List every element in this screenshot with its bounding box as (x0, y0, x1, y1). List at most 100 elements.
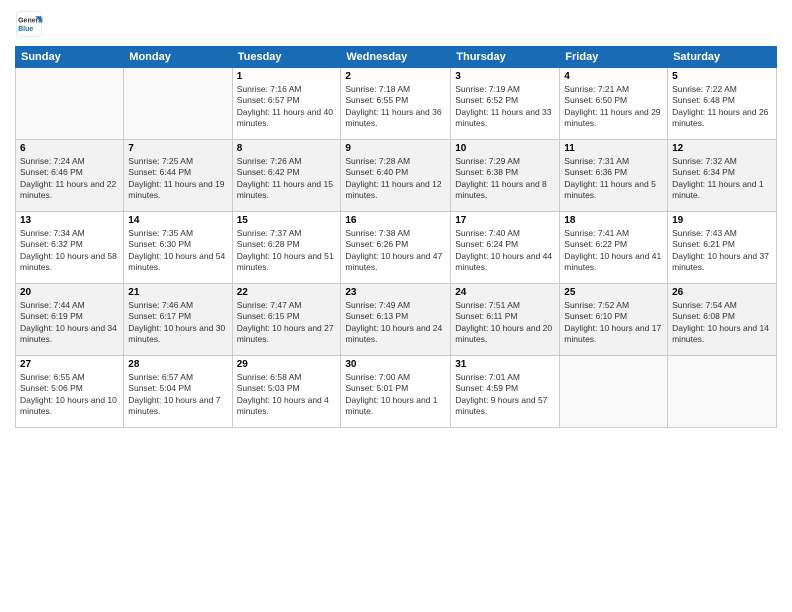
day-info: Sunrise: 7:54 AM Sunset: 6:08 PM Dayligh… (672, 300, 772, 346)
header-row: SundayMondayTuesdayWednesdayThursdayFrid… (16, 47, 777, 68)
day-info: Sunrise: 6:55 AM Sunset: 5:06 PM Dayligh… (20, 372, 119, 418)
day-number: 6 (20, 143, 119, 154)
calendar-cell: 12Sunrise: 7:32 AM Sunset: 6:34 PM Dayli… (668, 140, 777, 212)
calendar-cell: 29 Sunrise: 6:58 AM Sunset: 5:03 PM Dayli… (232, 356, 341, 428)
calendar-cell: 20 Sunrise: 7:44 AM Sunset: 6:19 PM Dayli… (16, 284, 124, 356)
calendar-cell: 14 Sunrise: 7:35 AM Sunset: 6:30 PM Dayli… (124, 212, 232, 284)
day-info: Sunrise: 7:31 AM Sunset: 6:36 PM Dayligh… (564, 156, 663, 202)
day-number: 20 (20, 287, 119, 298)
calendar-cell: 6Sunrise: 7:24 AM Sunset: 6:46 PM Daylig… (16, 140, 124, 212)
day-number: 30 (345, 359, 446, 370)
day-info: Sunrise: 7:52 AM Sunset: 6:10 PM Dayligh… (564, 300, 663, 346)
calendar-week-3: 13 Sunrise: 7:34 AM Sunset: 6:32 PM Dayli… (16, 212, 777, 284)
day-info: Sunrise: 7:01 AM Sunset: 4:59 PM Dayligh… (455, 372, 555, 418)
calendar-week-1: 1Sunrise: 7:16 AM Sunset: 6:57 PM Daylig… (16, 68, 777, 140)
calendar-cell: 1Sunrise: 7:16 AM Sunset: 6:57 PM Daylig… (232, 68, 341, 140)
day-number: 15 (237, 215, 337, 226)
calendar-cell: 18 Sunrise: 7:41 AM Sunset: 6:22 PM Dayli… (560, 212, 668, 284)
day-info: Sunrise: 7:25 AM Sunset: 6:44 PM Dayligh… (128, 156, 227, 202)
day-number: 28 (128, 359, 227, 370)
column-header-sunday: Sunday (16, 47, 124, 68)
calendar-cell: 21Sunrise: 7:46 AM Sunset: 6:17 PM Dayli… (124, 284, 232, 356)
day-number: 24 (455, 287, 555, 298)
day-number: 31 (455, 359, 555, 370)
calendar-cell: 16 Sunrise: 7:38 AM Sunset: 6:26 PM Dayli… (341, 212, 451, 284)
day-info: Sunrise: 7:29 AM Sunset: 6:38 PM Dayligh… (455, 156, 555, 202)
day-info: Sunrise: 7:28 AM Sunset: 6:40 PM Dayligh… (345, 156, 446, 202)
logo-icon: General Blue (15, 10, 43, 38)
day-info: Sunrise: 7:00 AM Sunset: 5:01 PM Dayligh… (345, 372, 446, 418)
calendar-cell: 9 Sunrise: 7:28 AM Sunset: 6:40 PM Daylig… (341, 140, 451, 212)
day-info: Sunrise: 7:44 AM Sunset: 6:19 PM Dayligh… (20, 300, 119, 346)
day-info: Sunrise: 7:49 AM Sunset: 6:13 PM Dayligh… (345, 300, 446, 346)
calendar-cell: 28 Sunrise: 6:57 AM Sunset: 5:04 PM Dayli… (124, 356, 232, 428)
day-number: 25 (564, 287, 663, 298)
column-header-wednesday: Wednesday (341, 47, 451, 68)
day-info: Sunrise: 7:19 AM Sunset: 6:52 PM Dayligh… (455, 84, 555, 130)
day-number: 17 (455, 215, 555, 226)
calendar-cell: 3Sunrise: 7:19 AM Sunset: 6:52 PM Daylig… (451, 68, 560, 140)
calendar-table: SundayMondayTuesdayWednesdayThursdayFrid… (15, 46, 777, 428)
day-number: 9 (345, 143, 446, 154)
day-number: 27 (20, 359, 119, 370)
calendar-cell (560, 356, 668, 428)
day-info: Sunrise: 7:40 AM Sunset: 6:24 PM Dayligh… (455, 228, 555, 274)
day-number: 21 (128, 287, 227, 298)
calendar-cell: 8 Sunrise: 7:26 AM Sunset: 6:42 PM Daylig… (232, 140, 341, 212)
day-info: Sunrise: 7:47 AM Sunset: 6:15 PM Dayligh… (237, 300, 337, 346)
calendar-cell: 22 Sunrise: 7:47 AM Sunset: 6:15 PM Dayli… (232, 284, 341, 356)
day-info: Sunrise: 7:41 AM Sunset: 6:22 PM Dayligh… (564, 228, 663, 274)
logo: General Blue (15, 10, 43, 38)
column-header-saturday: Saturday (668, 47, 777, 68)
calendar-cell: 19 Sunrise: 7:43 AM Sunset: 6:21 PM Dayli… (668, 212, 777, 284)
day-number: 23 (345, 287, 446, 298)
calendar-cell: 15 Sunrise: 7:37 AM Sunset: 6:28 PM Dayli… (232, 212, 341, 284)
calendar-cell: 11 Sunrise: 7:31 AM Sunset: 6:36 PM Dayli… (560, 140, 668, 212)
day-number: 16 (345, 215, 446, 226)
calendar-cell: 5 Sunrise: 7:22 AM Sunset: 6:48 PM Daylig… (668, 68, 777, 140)
day-info: Sunrise: 7:38 AM Sunset: 6:26 PM Dayligh… (345, 228, 446, 274)
day-number: 18 (564, 215, 663, 226)
day-info: Sunrise: 6:57 AM Sunset: 5:04 PM Dayligh… (128, 372, 227, 418)
day-info: Sunrise: 7:37 AM Sunset: 6:28 PM Dayligh… (237, 228, 337, 274)
svg-text:Blue: Blue (18, 26, 33, 33)
day-info: Sunrise: 7:32 AM Sunset: 6:34 PM Dayligh… (672, 156, 772, 202)
column-header-thursday: Thursday (451, 47, 560, 68)
calendar-cell: 25 Sunrise: 7:52 AM Sunset: 6:10 PM Dayli… (560, 284, 668, 356)
day-number: 4 (564, 71, 663, 82)
calendar-week-2: 6Sunrise: 7:24 AM Sunset: 6:46 PM Daylig… (16, 140, 777, 212)
calendar-cell: 23 Sunrise: 7:49 AM Sunset: 6:13 PM Dayli… (341, 284, 451, 356)
day-number: 7 (128, 143, 227, 154)
day-number: 19 (672, 215, 772, 226)
day-info: Sunrise: 7:35 AM Sunset: 6:30 PM Dayligh… (128, 228, 227, 274)
day-number: 10 (455, 143, 555, 154)
column-header-friday: Friday (560, 47, 668, 68)
day-info: Sunrise: 7:22 AM Sunset: 6:48 PM Dayligh… (672, 84, 772, 130)
calendar-cell: 4Sunrise: 7:21 AM Sunset: 6:50 PM Daylig… (560, 68, 668, 140)
day-number: 8 (237, 143, 337, 154)
calendar-cell: 13 Sunrise: 7:34 AM Sunset: 6:32 PM Dayli… (16, 212, 124, 284)
day-number: 14 (128, 215, 227, 226)
day-info: Sunrise: 7:34 AM Sunset: 6:32 PM Dayligh… (20, 228, 119, 274)
day-info: Sunrise: 7:51 AM Sunset: 6:11 PM Dayligh… (455, 300, 555, 346)
calendar-cell (16, 68, 124, 140)
day-info: Sunrise: 6:58 AM Sunset: 5:03 PM Dayligh… (237, 372, 337, 418)
day-info: Sunrise: 7:43 AM Sunset: 6:21 PM Dayligh… (672, 228, 772, 274)
calendar-week-4: 20 Sunrise: 7:44 AM Sunset: 6:19 PM Dayli… (16, 284, 777, 356)
day-info: Sunrise: 7:18 AM Sunset: 6:55 PM Dayligh… (345, 84, 446, 130)
calendar-cell: 27 Sunrise: 6:55 AM Sunset: 5:06 PM Dayli… (16, 356, 124, 428)
day-number: 29 (237, 359, 337, 370)
calendar-cell (668, 356, 777, 428)
column-header-monday: Monday (124, 47, 232, 68)
day-number: 11 (564, 143, 663, 154)
calendar-cell: 24 Sunrise: 7:51 AM Sunset: 6:11 PM Dayli… (451, 284, 560, 356)
column-header-tuesday: Tuesday (232, 47, 341, 68)
calendar-cell: 26Sunrise: 7:54 AM Sunset: 6:08 PM Dayli… (668, 284, 777, 356)
day-number: 13 (20, 215, 119, 226)
calendar-week-5: 27 Sunrise: 6:55 AM Sunset: 5:06 PM Dayli… (16, 356, 777, 428)
day-number: 5 (672, 71, 772, 82)
day-info: Sunrise: 7:26 AM Sunset: 6:42 PM Dayligh… (237, 156, 337, 202)
calendar-cell: 10 Sunrise: 7:29 AM Sunset: 6:38 PM Dayli… (451, 140, 560, 212)
page-header: General Blue (15, 10, 777, 38)
day-number: 22 (237, 287, 337, 298)
